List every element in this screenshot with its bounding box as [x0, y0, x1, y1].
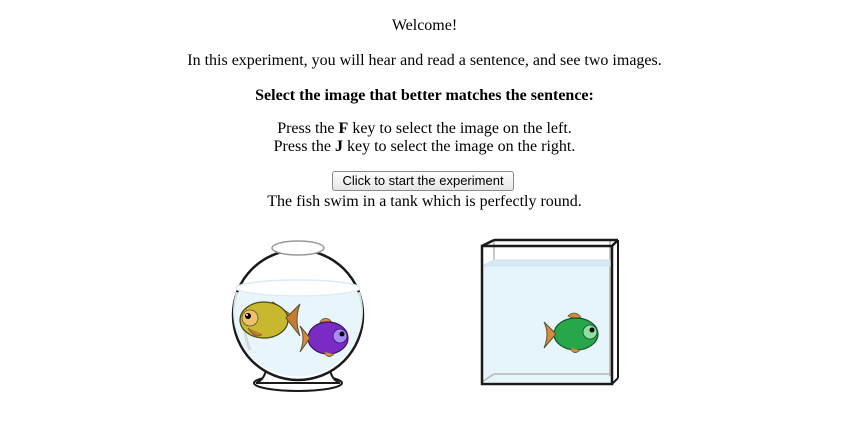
intro-text: In this experiment, you will hear and re…	[187, 52, 662, 69]
left-key-suffix: key to select the image on the left.	[348, 120, 572, 137]
right-key-suffix: key to select the image on the right.	[342, 138, 576, 155]
task-instruction: Select the image that better matches the…	[255, 87, 594, 104]
experiment-screen: Welcome! In this experiment, you will he…	[0, 0, 849, 422]
left-key-instruction: Press the F key to select the image on t…	[0, 120, 849, 138]
j-key-label: J	[334, 138, 343, 155]
right-key-instruction: Press the J key to select the image on t…	[0, 138, 849, 156]
left-key-prefix: Press the	[277, 120, 339, 137]
f-key-label: F	[338, 120, 349, 137]
sentence-text: The fish swim in a tank which is perfect…	[267, 193, 582, 210]
square-tank-with-one-fish-icon	[480, 238, 619, 386]
welcome-heading: Welcome!	[391, 17, 458, 34]
left-image-choice[interactable]	[228, 230, 368, 395]
round-fishbowl-with-two-fish-icon	[231, 240, 365, 392]
right-image-choice[interactable]	[476, 236, 622, 388]
start-experiment-button[interactable]: Click to start the experiment	[332, 171, 514, 191]
right-key-prefix: Press the	[273, 138, 335, 155]
